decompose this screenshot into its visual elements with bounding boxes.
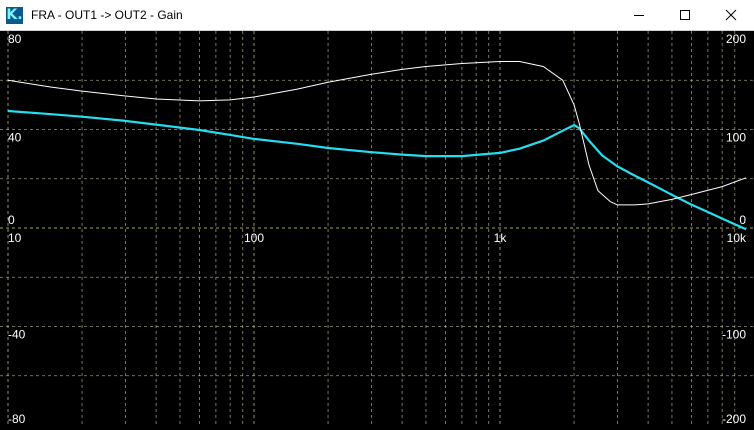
x-tick-label: 10 xyxy=(8,231,22,245)
plot-area[interactable]: 80 40 0 -40 -80 200 100 0 -100 -200 10 100 1k 10k xyxy=(0,31,754,426)
x-tick-label: 10k xyxy=(727,231,747,245)
y-left-tick-label: -80 xyxy=(8,412,26,425)
phase-series-line xyxy=(7,61,747,206)
close-button[interactable] xyxy=(708,0,754,30)
y-left-tick-label: 40 xyxy=(8,131,22,145)
close-icon xyxy=(725,9,737,21)
series-layer xyxy=(7,61,747,231)
minimize-icon xyxy=(634,15,644,16)
window-title: FRA - OUT1 -> OUT2 - Gain xyxy=(31,8,183,22)
app-logo-icon: K. xyxy=(6,7,23,24)
minimize-button[interactable] xyxy=(616,0,662,30)
bode-chart: 80 40 0 -40 -80 200 100 0 -100 -200 10 100 1k 10k xyxy=(0,31,754,426)
title-bar[interactable]: K. FRA - OUT1 -> OUT2 - Gain xyxy=(0,0,754,31)
y-right-tick-label: 0 xyxy=(739,213,746,227)
y-right-tick-label: -200 xyxy=(722,412,746,425)
y-right-tick-label: 100 xyxy=(726,131,746,145)
axis-labels: 80 40 0 -40 -80 200 100 0 -100 -200 10 100 1k 10k xyxy=(8,32,747,426)
grid xyxy=(0,31,754,425)
maximize-icon xyxy=(680,10,690,20)
y-right-tick-label: -100 xyxy=(722,328,746,342)
fra-gain-window: K. FRA - OUT1 -> OUT2 - Gain 80 40 0 -40 -80… xyxy=(0,0,754,426)
y-left-tick-label: -40 xyxy=(8,328,26,342)
maximize-button[interactable] xyxy=(662,0,708,30)
y-right-tick-label: 200 xyxy=(726,32,746,46)
x-tick-label: 100 xyxy=(244,231,264,245)
gain-series-line xyxy=(7,109,747,231)
y-left-tick-label: 0 xyxy=(8,213,15,227)
x-tick-label: 1k xyxy=(494,231,508,245)
y-left-tick-label: 80 xyxy=(8,32,22,46)
